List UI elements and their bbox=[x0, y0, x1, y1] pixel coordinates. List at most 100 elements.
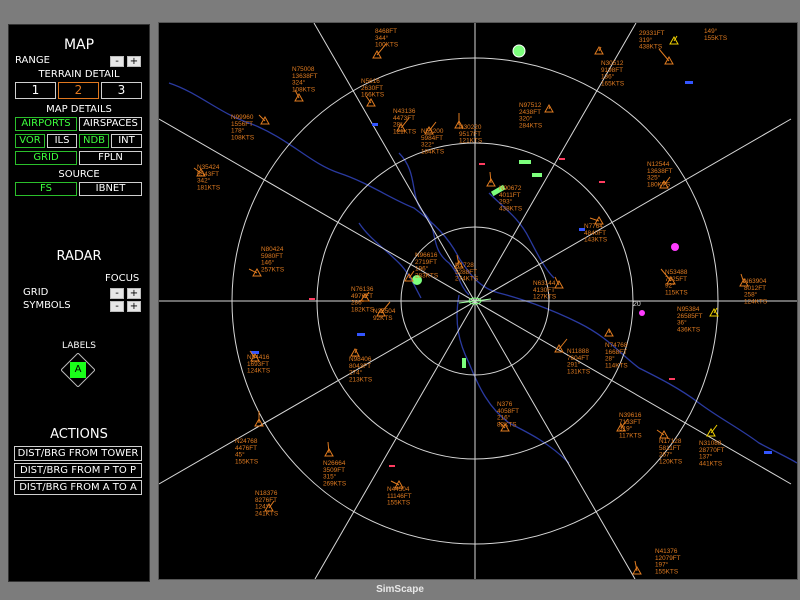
ndb-icon[interactable] bbox=[639, 310, 645, 316]
aircraft-data-line: 114KTS bbox=[605, 362, 628, 369]
radar-canvas[interactable]: 20 29331FT 319° 438KTS149° 155KTSN75008 … bbox=[159, 23, 797, 579]
airport-icon[interactable] bbox=[532, 173, 542, 177]
aircraft-data-block: N95384 26585FT 36° 436KTS bbox=[677, 306, 703, 333]
aircraft-data-block: N17128 5811FT 267° 120KTS bbox=[659, 438, 682, 465]
aircraft-target[interactable]: N53488 7625FT 92° 115KTS bbox=[660, 268, 688, 296]
source-fs-button[interactable]: FS bbox=[15, 182, 77, 196]
aircraft-target[interactable]: N76136 4976FT 286° 182KTS bbox=[351, 286, 374, 313]
airport-icon[interactable] bbox=[462, 358, 466, 368]
grid-toggle[interactable]: GRID bbox=[15, 151, 77, 165]
aircraft-target[interactable]: N74768 1668FT 28° 114KTS bbox=[604, 327, 628, 369]
dist-brg-a-to-a-button[interactable]: DIST/BRG FROM A TO A bbox=[14, 480, 142, 495]
aircraft-data-line: 213KTS bbox=[349, 376, 372, 383]
aircraft-target[interactable]: N26664 3509FT 315° 269KTS bbox=[323, 441, 346, 487]
aircraft-data-line: 320° bbox=[519, 115, 533, 123]
aircraft-data-block: 29331FT 319° 438KTS bbox=[639, 30, 665, 51]
radar-scope[interactable]: 20 29331FT 319° 438KTS 149° 155KTS N7500… bbox=[158, 22, 798, 580]
aircraft-target[interactable]: N99960 1556FT 178° 108KTS bbox=[231, 114, 270, 141]
aircraft-target[interactable]: N80424 5980FT 146° 257KTS bbox=[248, 246, 284, 277]
ndb-icon[interactable] bbox=[671, 243, 679, 251]
symbols-minus-button[interactable]: - bbox=[110, 301, 124, 312]
radar-symbols-label: SYMBOLS bbox=[23, 300, 71, 311]
airport-icon[interactable] bbox=[512, 44, 526, 58]
radar-title: RADAR bbox=[56, 249, 102, 264]
aircraft-target[interactable]: N5616 2630FT 166KTS bbox=[361, 78, 384, 107]
aircraft-target[interactable]: N44504 11146FT 155KTS bbox=[387, 479, 412, 507]
aircraft-target[interactable]: N75008 13638FT 324° 108KTS bbox=[292, 66, 318, 102]
aircraft-target[interactable]: N30220 9517FT 121KTS bbox=[454, 113, 482, 145]
aircraft-data-block: N43136 4473FT 28° 121KTS bbox=[393, 108, 416, 135]
aircraft-data-block: N90672 4011FT 293° 438KTS bbox=[499, 185, 522, 212]
dist-brg-from-tower-button[interactable]: DIST/BRG FROM TOWER bbox=[14, 446, 142, 461]
aircraft-data-block: N80424 5980FT 146° 257KTS bbox=[261, 246, 284, 273]
aircraft-target[interactable]: N39616 7133FT 319° 117KTS bbox=[616, 412, 642, 439]
heading-vector bbox=[658, 48, 670, 62]
airspaces-toggle[interactable]: AIRSPACES bbox=[79, 117, 142, 131]
aircraft-data-line: 121KTS bbox=[459, 138, 482, 145]
symbols-plus-button[interactable]: + bbox=[127, 301, 141, 312]
aircraft-data-block: N11888 7604FT 291° 131KTS bbox=[567, 348, 590, 375]
airports-toggle[interactable]: AIRPORTS bbox=[15, 117, 77, 131]
dist-brg-p-to-p-button[interactable]: DIST/BRG FROM P TO P bbox=[14, 463, 142, 478]
aircraft-target[interactable]: N97512 2438FT 320° 284KTS bbox=[519, 102, 554, 129]
aircraft-target[interactable]: 8468FT 344° 100KTS bbox=[372, 28, 398, 59]
grid-minus-button[interactable]: - bbox=[110, 288, 124, 299]
aircraft-data-block: 149° 155KTS bbox=[704, 27, 727, 42]
aircraft-data-line: 291° bbox=[567, 361, 581, 369]
range-minus-button[interactable]: - bbox=[110, 56, 124, 67]
terrain-option-1[interactable]: 1 bbox=[15, 82, 56, 99]
aircraft-data-block: N18376 8276FT 124° 241KTS bbox=[255, 490, 278, 517]
aircraft-target[interactable]: N7764 4840FT 143KTS bbox=[584, 215, 607, 244]
terrain-option-2[interactable]: 2 bbox=[58, 82, 99, 99]
aircraft-target[interactable]: 149° 155KTS bbox=[669, 27, 727, 45]
aircraft-data-block: N31088 28770FT 137° 441KTS bbox=[699, 440, 725, 467]
int-toggle[interactable]: INT bbox=[111, 134, 142, 148]
airport-icon[interactable] bbox=[519, 160, 531, 164]
terrain-option-3[interactable]: 3 bbox=[101, 82, 142, 99]
aircraft-target[interactable]: N31088 28770FT 137° 441KTS bbox=[699, 424, 725, 467]
aircraft-target[interactable]: N53200 5984FT 322° 184KTS bbox=[421, 121, 444, 155]
aircraft-data-block: N30220 9517FT 121KTS bbox=[459, 124, 482, 145]
range-plus-button[interactable]: + bbox=[127, 56, 141, 67]
aircraft-target[interactable]: N11888 7604FT 291° 131KTS bbox=[554, 338, 590, 375]
aircraft-data-line: 438KTS bbox=[499, 205, 522, 212]
aircraft-target[interactable]: N30512 9198FT 136° 165KTS bbox=[594, 45, 624, 87]
aircraft-target[interactable]: N18376 8276FT 124° 241KTS bbox=[255, 490, 278, 517]
vor-toggle[interactable]: VOR bbox=[15, 134, 45, 148]
aircraft-data-line: 124KTS bbox=[744, 298, 767, 305]
source-ibnet-button[interactable]: IBNET bbox=[79, 182, 142, 196]
aircraft-data-block: N41376 12079FT 197° 155KTS bbox=[655, 548, 681, 575]
aircraft-target[interactable]: N12544 13638FT 325° 180KTS bbox=[647, 161, 673, 189]
aircraft-target[interactable]: N24768 4476FT 45° 155KTS bbox=[235, 411, 264, 465]
ils-toggle[interactable]: ILS bbox=[47, 134, 77, 148]
aircraft-target[interactable]: N35504 92KTS bbox=[373, 301, 396, 322]
terrain-detail-title: TERRAIN DETAIL bbox=[38, 69, 120, 80]
aircraft-target[interactable]: N41376 12079FT 197° 155KTS bbox=[632, 548, 681, 575]
aircraft-target[interactable]: N95384 26585FT 36° 436KTS bbox=[677, 306, 719, 333]
aircraft-data-line: 196° bbox=[415, 265, 429, 273]
aircraft-target[interactable]: N43136 4473FT 28° 121KTS bbox=[393, 108, 416, 135]
aircraft-data-line: 274KTS bbox=[455, 276, 478, 283]
aircraft-target[interactable]: 29331FT 319° 438KTS bbox=[639, 30, 674, 65]
aircraft-target[interactable]: N376 4058FT 216° 82KTS bbox=[497, 401, 519, 432]
aircraft-target[interactable]: N98406 8043FT 274° 213KTS bbox=[349, 347, 372, 383]
ndb-toggle[interactable]: NDB bbox=[79, 134, 109, 148]
aircraft-target[interactable]: N17128 5811FT 267° 120KTS bbox=[656, 429, 682, 465]
aircraft-target[interactable]: N35424 5543FT 342° 181KTS bbox=[193, 164, 220, 191]
aircraft-data-line: 325° bbox=[647, 174, 661, 182]
labels-a-button[interactable]: A bbox=[70, 362, 86, 378]
aircraft-data-block: N24768 4476FT 45° 155KTS bbox=[235, 438, 258, 465]
aircraft-data-line: 100KTS bbox=[375, 42, 398, 49]
map-details-title: MAP DETAILS bbox=[46, 104, 112, 115]
aircraft-data-line: 283KTS bbox=[415, 272, 438, 279]
aircraft-data-line: 258° bbox=[744, 291, 758, 299]
aircraft-target[interactable]: N94416 1693FT 124KTS bbox=[247, 350, 270, 375]
aircraft-target[interactable]: N63904 8012FT 258° 124KTS bbox=[739, 273, 767, 305]
grid-plus-button[interactable]: + bbox=[127, 288, 141, 299]
aircraft-data-line: 344° bbox=[375, 34, 389, 42]
aircraft-data-line: 184KTS bbox=[421, 148, 444, 155]
aircraft-data-block: N97512 2438FT 320° 284KTS bbox=[519, 102, 542, 129]
fpln-toggle[interactable]: FPLN bbox=[79, 151, 142, 165]
aircraft-data-line: 121KTS bbox=[393, 128, 416, 135]
aircraft-target[interactable]: N63144 4130FT 127KTS bbox=[533, 276, 564, 301]
